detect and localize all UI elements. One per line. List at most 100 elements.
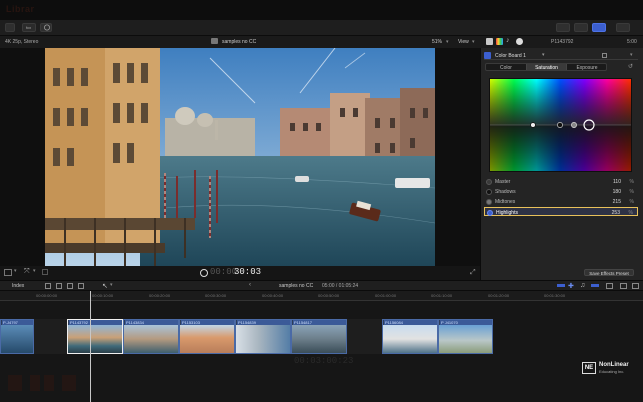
transport-ghost [8,372,80,394]
film-strip-icon [211,38,218,44]
viewer-clip-name: samples no CC [222,39,257,45]
insert-icon[interactable] [56,283,62,289]
timeline-index-button[interactable]: Index [12,283,24,289]
pause-ghost-icon [30,375,40,391]
tab-exposure[interactable]: Exposure [567,64,607,71]
timeline-clip[interactable]: P J41070 [438,319,493,354]
playhead[interactable] [90,291,91,402]
timeline-ruler[interactable]: 00:00:00:00 00:00:10:00 00:00:20:00 00:0… [0,291,643,301]
enhancements-icon[interactable] [42,269,48,275]
project-name: samples no CC [279,283,314,289]
timeline-clip[interactable]: P1143834 [123,319,179,354]
shadows-puck[interactable] [557,122,563,128]
timeline-clip[interactable]: P1153103 [179,319,235,354]
clip-appearance-icon[interactable] [557,284,565,287]
share-button[interactable] [616,23,630,32]
highlights-swatch [487,209,493,216]
clip-thumbnail [439,325,492,353]
midtones-puck[interactable] [571,122,577,128]
chevron-down-icon: ▾ [446,39,449,45]
clip-thumbnail [383,325,437,353]
back-icon[interactable]: ‹ [249,282,251,288]
effect-header: Color Board 1 ▾ ▾ [484,52,638,60]
effect-mask-icon[interactable] [602,53,607,58]
color-board[interactable] [489,78,632,172]
timeline-toggle[interactable] [574,23,588,32]
color-board-tabs: Color Saturation Exposure [485,63,607,71]
audio-inspector-icon[interactable]: ♪ [506,37,510,44]
append-icon[interactable] [45,283,51,289]
select-tool-icon[interactable]: ↖ [102,282,108,290]
title-bar: Librar [0,0,643,20]
tab-saturation[interactable]: Saturation [526,64,567,71]
forward-ghost-icon [62,375,76,391]
effects-browser-icon[interactable] [620,283,627,289]
timeline-gap[interactable] [347,319,382,354]
master-puck[interactable] [530,122,536,128]
tab-color[interactable]: Color [486,64,526,71]
video-inspector-icon[interactable] [486,38,493,45]
libraries-browser-toggle[interactable] [556,23,570,32]
timeline-clip[interactable]: P1154817 [291,319,347,354]
reset-icon[interactable]: ↺ [628,63,633,70]
nonlinear-logo: NE NonLinear Educating Inc. [582,361,638,377]
clip-thumbnail [236,325,290,353]
pause-ghost-icon [44,375,54,391]
solo-icon[interactable] [591,284,599,287]
overwrite-icon[interactable] [78,283,84,289]
midtones-row[interactable]: Midtones 215 % [484,197,638,206]
clip-thumbnail [292,325,346,353]
inspector-clip-label: P1143792 [551,39,574,45]
view-menu[interactable]: View [458,39,469,45]
toolbar: fcx [0,20,643,36]
chevron-down-icon: ▾ [542,52,545,58]
chevron-down-icon: ▾ [630,52,633,58]
snapping-icon[interactable] [606,283,613,289]
timeline-clip[interactable]: P-J4797 [0,319,34,354]
chevron-down-icon: ▾ [110,282,113,288]
inspector-duration: 5:00 [627,39,637,45]
clip-thumbnail [68,325,122,353]
import-media-icon[interactable] [5,23,15,32]
timeline-clip-selected[interactable]: P1143792 [67,319,123,354]
shadows-row[interactable]: Shadows 180 % [484,187,638,196]
clip-thumbnail [180,325,234,353]
window-title: Librar [6,4,35,14]
timeline-clip[interactable]: P1156084 [382,319,438,354]
color-inspector-icon[interactable] [496,38,503,45]
keywords-button[interactable]: fcx [22,23,36,32]
inspector-header: ♪ P1143792 5:00 [480,36,643,48]
fullscreen-icon[interactable]: ⤢ [470,269,476,277]
timeline-header: Index ↖ ▾ ‹ samples no CC 05:00 / 01:05:… [0,280,643,291]
timeline-clip[interactable]: P1154839 [235,319,291,354]
connect-icon[interactable] [67,283,73,289]
timeline-gap[interactable] [34,319,67,354]
clip-thumbnail [1,325,33,353]
background-tasks-icon[interactable] [40,23,52,32]
info-inspector-icon[interactable] [516,38,523,45]
save-effects-preset-button[interactable]: Save Effects Preset [584,269,634,276]
viewer-header: 4K 25p, Stereo samples no CC 51% ▾ View … [0,36,480,48]
zoom-menu[interactable]: 51% [432,39,442,45]
shadows-swatch [486,188,492,195]
chevron-down-icon: ▾ [472,39,475,45]
transitions-browser-icon[interactable] [632,283,639,289]
watermark-timecode: 00:03:00:23 [294,356,354,366]
midtones-swatch [486,198,492,205]
effect-name: Color Board 1 [495,53,526,59]
audio-skimming-icon[interactable]: ♫ [580,282,585,289]
skimming-icon[interactable]: ✚ [568,282,574,290]
effect-enable-checkbox[interactable] [484,52,491,59]
rewind-ghost-icon [8,375,22,391]
inspector-toggle[interactable] [592,23,606,32]
timecode-display[interactable]: 00:00 30:03 [200,267,261,279]
video-frame[interactable] [45,48,435,266]
master-row[interactable]: Master 110 % [484,177,638,186]
chevron-down-icon: ▾ [14,268,17,274]
highlights-row[interactable]: Highlights 253 % [484,207,638,216]
viewer-options-icon[interactable] [4,269,12,276]
venice-canal-image [45,48,435,266]
transform-icon[interactable]: ⤧ [24,268,30,276]
master-swatch [486,178,492,185]
clip-thumbnail [124,325,178,353]
